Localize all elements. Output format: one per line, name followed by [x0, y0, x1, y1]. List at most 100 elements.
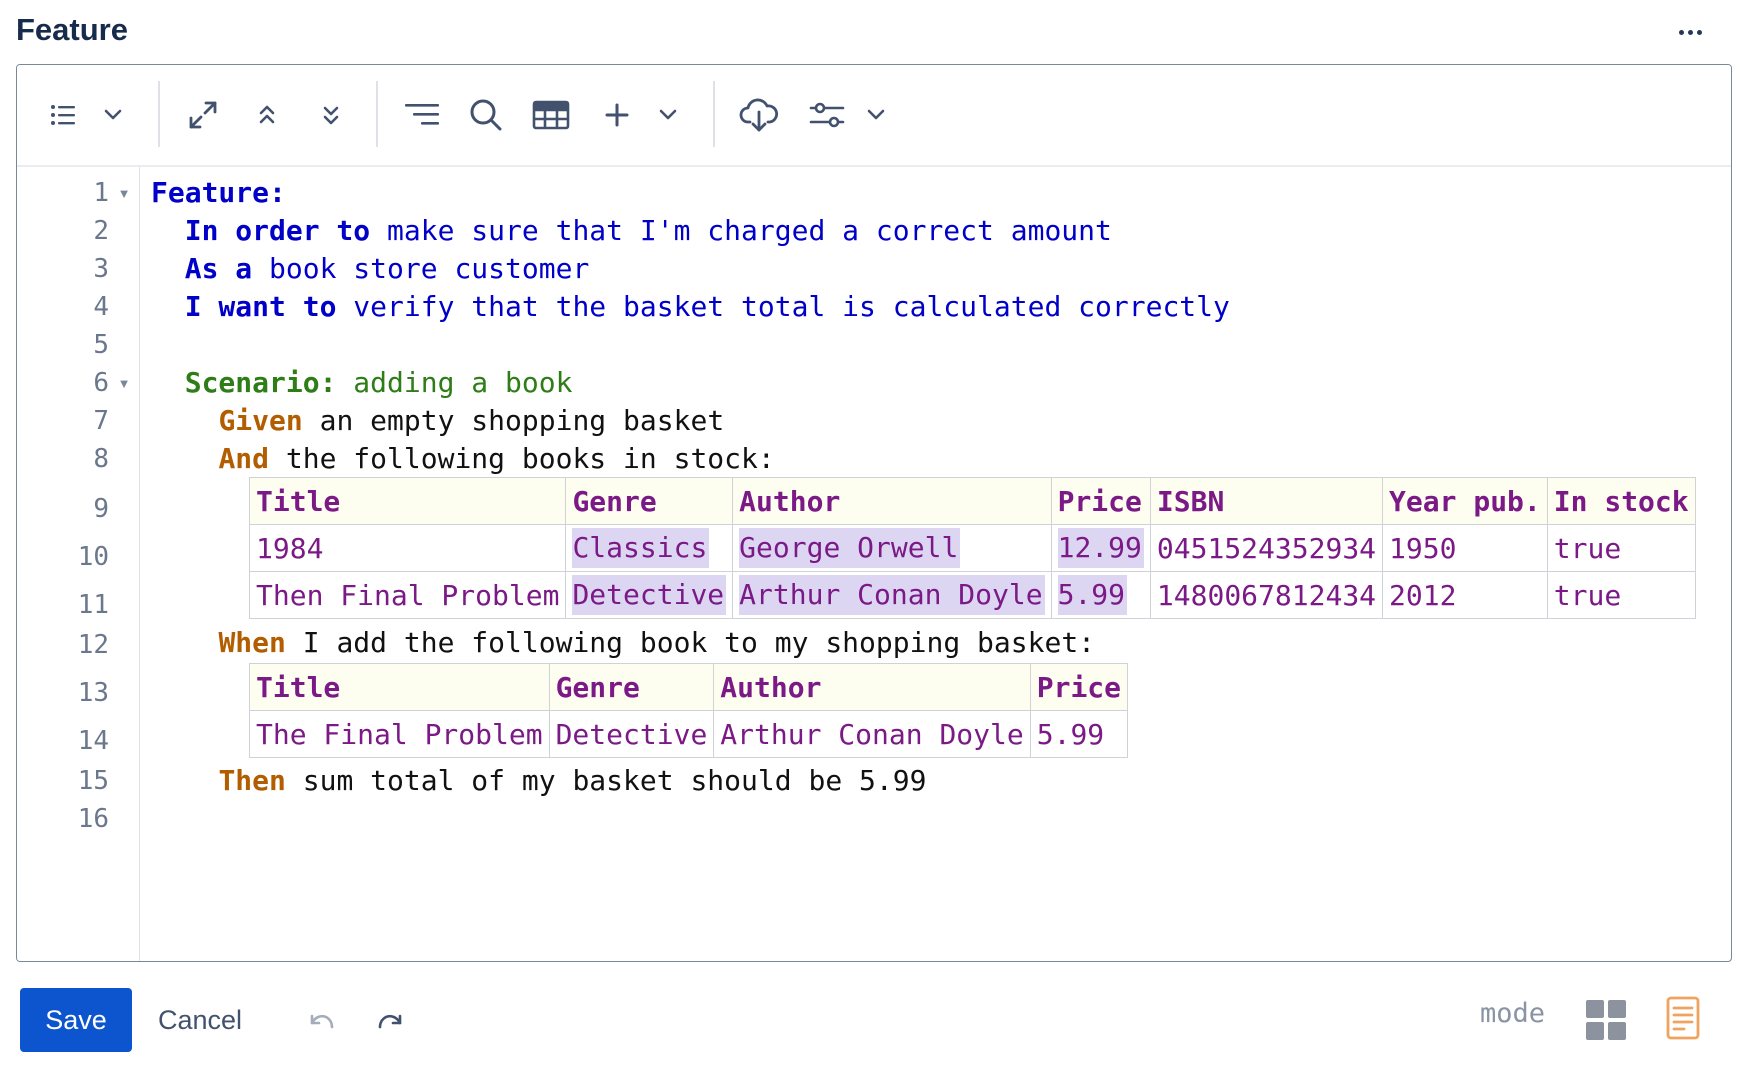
save-button[interactable]: Save — [20, 988, 132, 1052]
highlighted-cell-text: 5.99 — [1057, 575, 1128, 615]
table-cell[interactable]: Arthur Conan Doyle — [713, 710, 1031, 758]
basket-table[interactable]: Title Genre Author Price The Final Probl… — [249, 663, 1129, 758]
table-header-cell[interactable]: Title — [249, 663, 550, 711]
highlighted-cell-text: Classics — [572, 528, 710, 568]
table-header-cell[interactable]: Title — [248, 477, 567, 525]
table-cell[interactable]: George Orwell — [732, 524, 1052, 572]
step-text: sum total of my basket should be 5.99 — [285, 764, 927, 797]
table-header-cell[interactable]: Author — [732, 477, 1052, 525]
list-icon[interactable] — [43, 85, 83, 145]
code-line: And the following books in stock: — [151, 441, 775, 477]
table-cell[interactable]: true — [1546, 524, 1696, 572]
table-header-cell[interactable]: ISBN — [1149, 477, 1384, 525]
code-line: I want to verify that the basket total i… — [151, 289, 1230, 325]
table-header-cell[interactable]: Genre — [548, 663, 715, 711]
table-cell[interactable]: Classics — [565, 524, 734, 572]
document-view-icon[interactable] — [1666, 996, 1702, 1040]
table-cell[interactable]: 5.99 — [1029, 710, 1129, 758]
line-number: 9 — [93, 494, 109, 524]
line-number-gutter: 1 ▼ 2 3 4 5 6 ▼ 7 8 9 10 11 12 13 14 15 … — [17, 167, 140, 961]
line-number: 3 — [93, 254, 109, 284]
table-cell[interactable]: 5.99 — [1050, 571, 1151, 619]
cloud-download-icon[interactable] — [735, 85, 783, 145]
line-number: 4 — [93, 292, 109, 322]
table-cell[interactable]: Then Final Problem — [248, 571, 567, 619]
gherkin-text: book store customer — [252, 252, 590, 285]
table-cell[interactable]: 1480067812434 — [1149, 571, 1384, 619]
table-cell[interactable]: 1950 — [1382, 524, 1548, 572]
table-header-cell[interactable]: Author — [713, 663, 1031, 711]
highlighted-cell-text: 12.99 — [1057, 528, 1144, 568]
gherkin-keyword: In order to — [184, 214, 371, 247]
table-row: 1984 Classics George Orwell 12.99 045152… — [248, 524, 1696, 572]
table-header-row: Title Genre Author Price — [249, 663, 1129, 711]
table-header-cell[interactable]: In stock — [1546, 477, 1696, 525]
code-line: Given an empty shopping basket — [151, 403, 724, 439]
chevron-down-icon[interactable] — [859, 85, 893, 145]
stock-table[interactable]: Title Genre Author Price ISBN Year pub. … — [248, 477, 1696, 619]
table-cell[interactable]: Detective — [548, 710, 715, 758]
table-cell[interactable]: The Final Problem — [249, 710, 550, 758]
table-cell[interactable]: 0451524352934 — [1149, 524, 1384, 572]
step-keyword: And — [218, 442, 270, 475]
search-icon[interactable] — [464, 85, 508, 145]
line-number: 8 — [93, 444, 109, 474]
redo-icon[interactable] — [368, 1000, 412, 1044]
line-number: 13 — [77, 678, 109, 708]
gherkin-keyword: I want to — [184, 290, 337, 323]
step-text: I add the following book to my shopping … — [285, 626, 1096, 659]
mode-label: mode — [1480, 998, 1546, 1029]
code-area[interactable]: Feature: In order to make sure that I'm … — [139, 167, 1731, 961]
scenario-name: adding a book — [336, 366, 573, 399]
undo-icon[interactable] — [300, 1000, 344, 1044]
sliders-icon[interactable] — [805, 85, 849, 145]
code-line: Scenario: adding a book — [151, 365, 573, 401]
line-number: 5 — [93, 330, 109, 360]
table-icon[interactable] — [529, 85, 573, 145]
fold-arrow-icon[interactable]: ▼ — [117, 177, 131, 209]
highlighted-cell-text: Detective — [572, 575, 727, 615]
step-keyword: Then — [218, 764, 286, 797]
line-number: 15 — [77, 766, 109, 796]
code-line: When I add the following book to my shop… — [151, 625, 1095, 661]
line-number: 11 — [77, 590, 109, 620]
line-number: 1 — [93, 178, 109, 208]
scenario-keyword: Scenario: — [184, 366, 337, 399]
table-header-row: Title Genre Author Price ISBN Year pub. … — [248, 477, 1696, 525]
table-cell[interactable]: true — [1546, 571, 1696, 619]
table-header-cell[interactable]: Year pub. — [1382, 477, 1548, 525]
step-text: the following books in stock: — [269, 442, 775, 475]
table-cell[interactable]: 12.99 — [1050, 524, 1151, 572]
chevron-down-icon[interactable] — [95, 85, 131, 145]
align-right-lines-icon[interactable] — [400, 85, 444, 145]
editor-frame: 1 ▼ 2 3 4 5 6 ▼ 7 8 9 10 11 12 13 14 15 … — [16, 64, 1732, 962]
table-cell[interactable]: 1984 — [248, 524, 567, 572]
table-header-cell[interactable]: Genre — [565, 477, 734, 525]
table-row: Then Final Problem Detective Arthur Cona… — [248, 571, 1696, 619]
cancel-button[interactable]: Cancel — [146, 988, 254, 1052]
step-keyword: When — [218, 626, 286, 659]
footer-bar: Save Cancel mode — [0, 980, 1740, 1068]
chevron-down-icon[interactable] — [651, 85, 685, 145]
chevrons-up-icon[interactable] — [249, 85, 285, 145]
fold-arrow-icon[interactable]: ▼ — [117, 367, 131, 399]
highlighted-cell-text: George Orwell — [739, 528, 961, 568]
more-options-icon[interactable] — [1670, 14, 1710, 50]
line-number: 16 — [77, 804, 109, 834]
table-header-cell[interactable]: Price — [1029, 663, 1129, 711]
expand-icon[interactable] — [181, 85, 225, 145]
table-cell[interactable]: Arthur Conan Doyle — [732, 571, 1052, 619]
code-line: In order to make sure that I'm charged a… — [151, 213, 1112, 249]
grid-view-icon[interactable] — [1584, 998, 1628, 1042]
feature-keyword: Feature: — [151, 176, 286, 209]
step-text: an empty shopping basket — [302, 404, 725, 437]
page-title: Feature — [16, 12, 128, 47]
plus-icon[interactable] — [597, 85, 637, 145]
editor-toolbar — [17, 65, 1731, 167]
table-header-cell[interactable]: Price — [1050, 477, 1151, 525]
table-cell[interactable]: Detective — [565, 571, 734, 619]
code-line: Feature: — [151, 175, 286, 211]
gherkin-text: verify that the basket total is calculat… — [336, 290, 1230, 323]
table-cell[interactable]: 2012 — [1382, 571, 1548, 619]
chevrons-down-icon[interactable] — [313, 85, 349, 145]
